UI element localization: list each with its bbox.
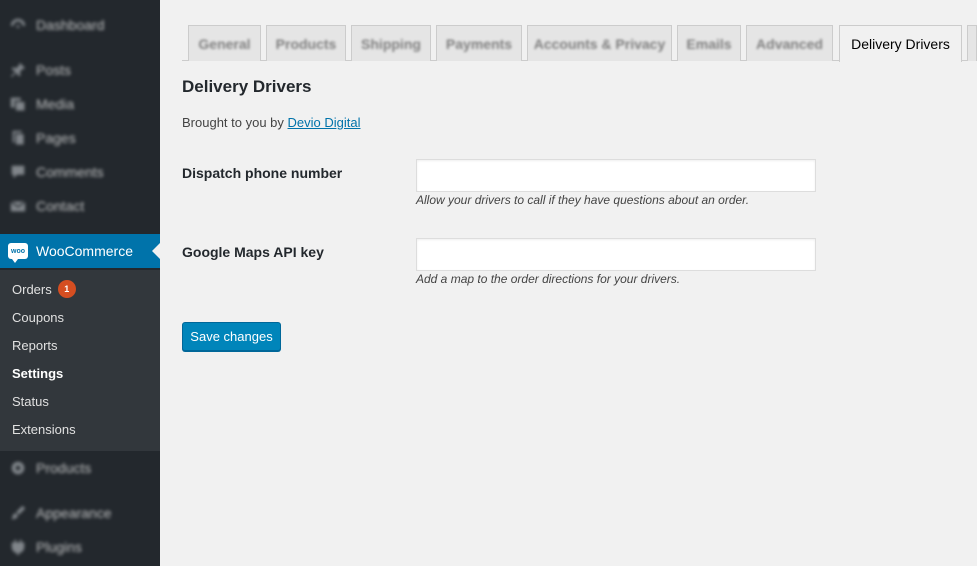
submenu-status[interactable]: Status xyxy=(12,391,49,411)
tab-label: General xyxy=(198,35,251,52)
submenu-label: Settings xyxy=(12,365,64,381)
menu-woocommerce[interactable]: woo WooCommerce xyxy=(0,234,160,268)
menu-label: Appearance xyxy=(36,505,112,521)
menu-label: Contact xyxy=(36,198,85,214)
maps-api-key-input[interactable] xyxy=(416,238,816,271)
save-changes-button[interactable]: Save changes xyxy=(182,322,281,351)
brush-icon xyxy=(8,503,28,523)
devio-digital-link[interactable]: Devio Digital xyxy=(288,115,361,130)
submenu-extensions[interactable]: Extensions xyxy=(12,419,76,439)
submenu-label: Extensions xyxy=(12,421,76,437)
menu-comments[interactable]: Comments xyxy=(0,155,160,189)
submenu-orders[interactable]: Orders 1 xyxy=(12,279,76,299)
woocommerce-submenu: Orders 1 Coupons Reports Settings Status… xyxy=(0,270,160,451)
menu-products[interactable]: Products xyxy=(0,451,160,485)
tab-label: Shipping xyxy=(361,35,421,52)
menu-label: Plugins xyxy=(36,539,82,555)
dispatch-phone-description: Allow your drivers to call if they have … xyxy=(416,193,750,207)
dashboard-icon xyxy=(8,15,28,35)
menu-label: Products xyxy=(36,460,92,476)
dispatch-phone-input[interactable] xyxy=(416,159,816,192)
tab-label: Emails xyxy=(686,35,732,52)
submenu-reports[interactable]: Reports xyxy=(12,335,58,355)
tab-label: Payments xyxy=(445,35,513,52)
menu-media[interactable]: Media xyxy=(0,87,160,121)
comment-icon xyxy=(8,162,28,182)
tab-accounts-privacy[interactable]: Accounts & Privacy xyxy=(527,25,672,61)
submenu-coupons[interactable]: Coupons xyxy=(12,307,64,327)
maps-api-key-description: Add a map to the order directions for yo… xyxy=(416,272,681,286)
tab-advanced[interactable]: Advanced xyxy=(746,25,833,61)
tab-label: Advanced xyxy=(756,35,823,52)
products-icon xyxy=(8,458,28,478)
tab-delivery-drivers[interactable]: Delivery Drivers xyxy=(839,25,962,62)
tab-overflow[interactable] xyxy=(967,25,977,61)
woo-logo: woo xyxy=(8,243,28,263)
menu-pages[interactable]: Pages xyxy=(0,121,160,155)
menu-label: Dashboard xyxy=(36,17,105,33)
menu-appearance[interactable]: Appearance xyxy=(0,496,160,530)
menu-label: Media xyxy=(36,96,75,112)
tab-emails[interactable]: Emails xyxy=(677,25,741,61)
tab-label: Delivery Drivers xyxy=(851,36,950,52)
submenu-label: Reports xyxy=(12,337,58,353)
menu-label: Posts xyxy=(36,62,72,78)
menu-contact[interactable]: Contact xyxy=(0,189,160,223)
tab-products[interactable]: Products xyxy=(266,25,346,61)
orders-count-badge: 1 xyxy=(57,280,76,298)
submenu-label: Orders xyxy=(12,281,52,297)
woocommerce-logo-icon: woo xyxy=(8,241,28,263)
maps-api-key-label: Google Maps API key xyxy=(182,244,324,260)
pin-icon xyxy=(8,60,28,80)
mail-icon xyxy=(8,196,28,216)
tab-payments[interactable]: Payments xyxy=(436,25,522,61)
credit-prefix: Brought to you by xyxy=(182,115,288,130)
menu-label: WooCommerce xyxy=(36,243,133,259)
media-icon xyxy=(8,94,28,114)
pages-icon xyxy=(8,128,28,148)
menu-label: Pages xyxy=(36,130,76,146)
menu-posts[interactable]: Posts xyxy=(0,53,160,87)
submenu-settings[interactable]: Settings xyxy=(12,363,63,383)
submenu-label: Coupons xyxy=(12,309,65,325)
menu-label: Comments xyxy=(36,164,104,180)
admin-sidebar: Dashboard Posts Media Pages Comments Con… xyxy=(0,0,160,566)
tab-shipping[interactable]: Shipping xyxy=(351,25,431,61)
tab-label: Products xyxy=(275,35,337,52)
plugin-icon xyxy=(8,537,28,557)
credit-line: Brought to you by Devio Digital xyxy=(182,115,361,130)
menu-plugins[interactable]: Plugins xyxy=(0,530,160,564)
menu-dashboard[interactable]: Dashboard xyxy=(0,8,160,42)
page-title: Delivery Drivers xyxy=(182,77,312,96)
submenu-label: Status xyxy=(12,393,49,409)
tab-general[interactable]: General xyxy=(188,25,261,61)
tab-label: Accounts & Privacy xyxy=(533,35,666,52)
dispatch-phone-label: Dispatch phone number xyxy=(182,165,343,181)
